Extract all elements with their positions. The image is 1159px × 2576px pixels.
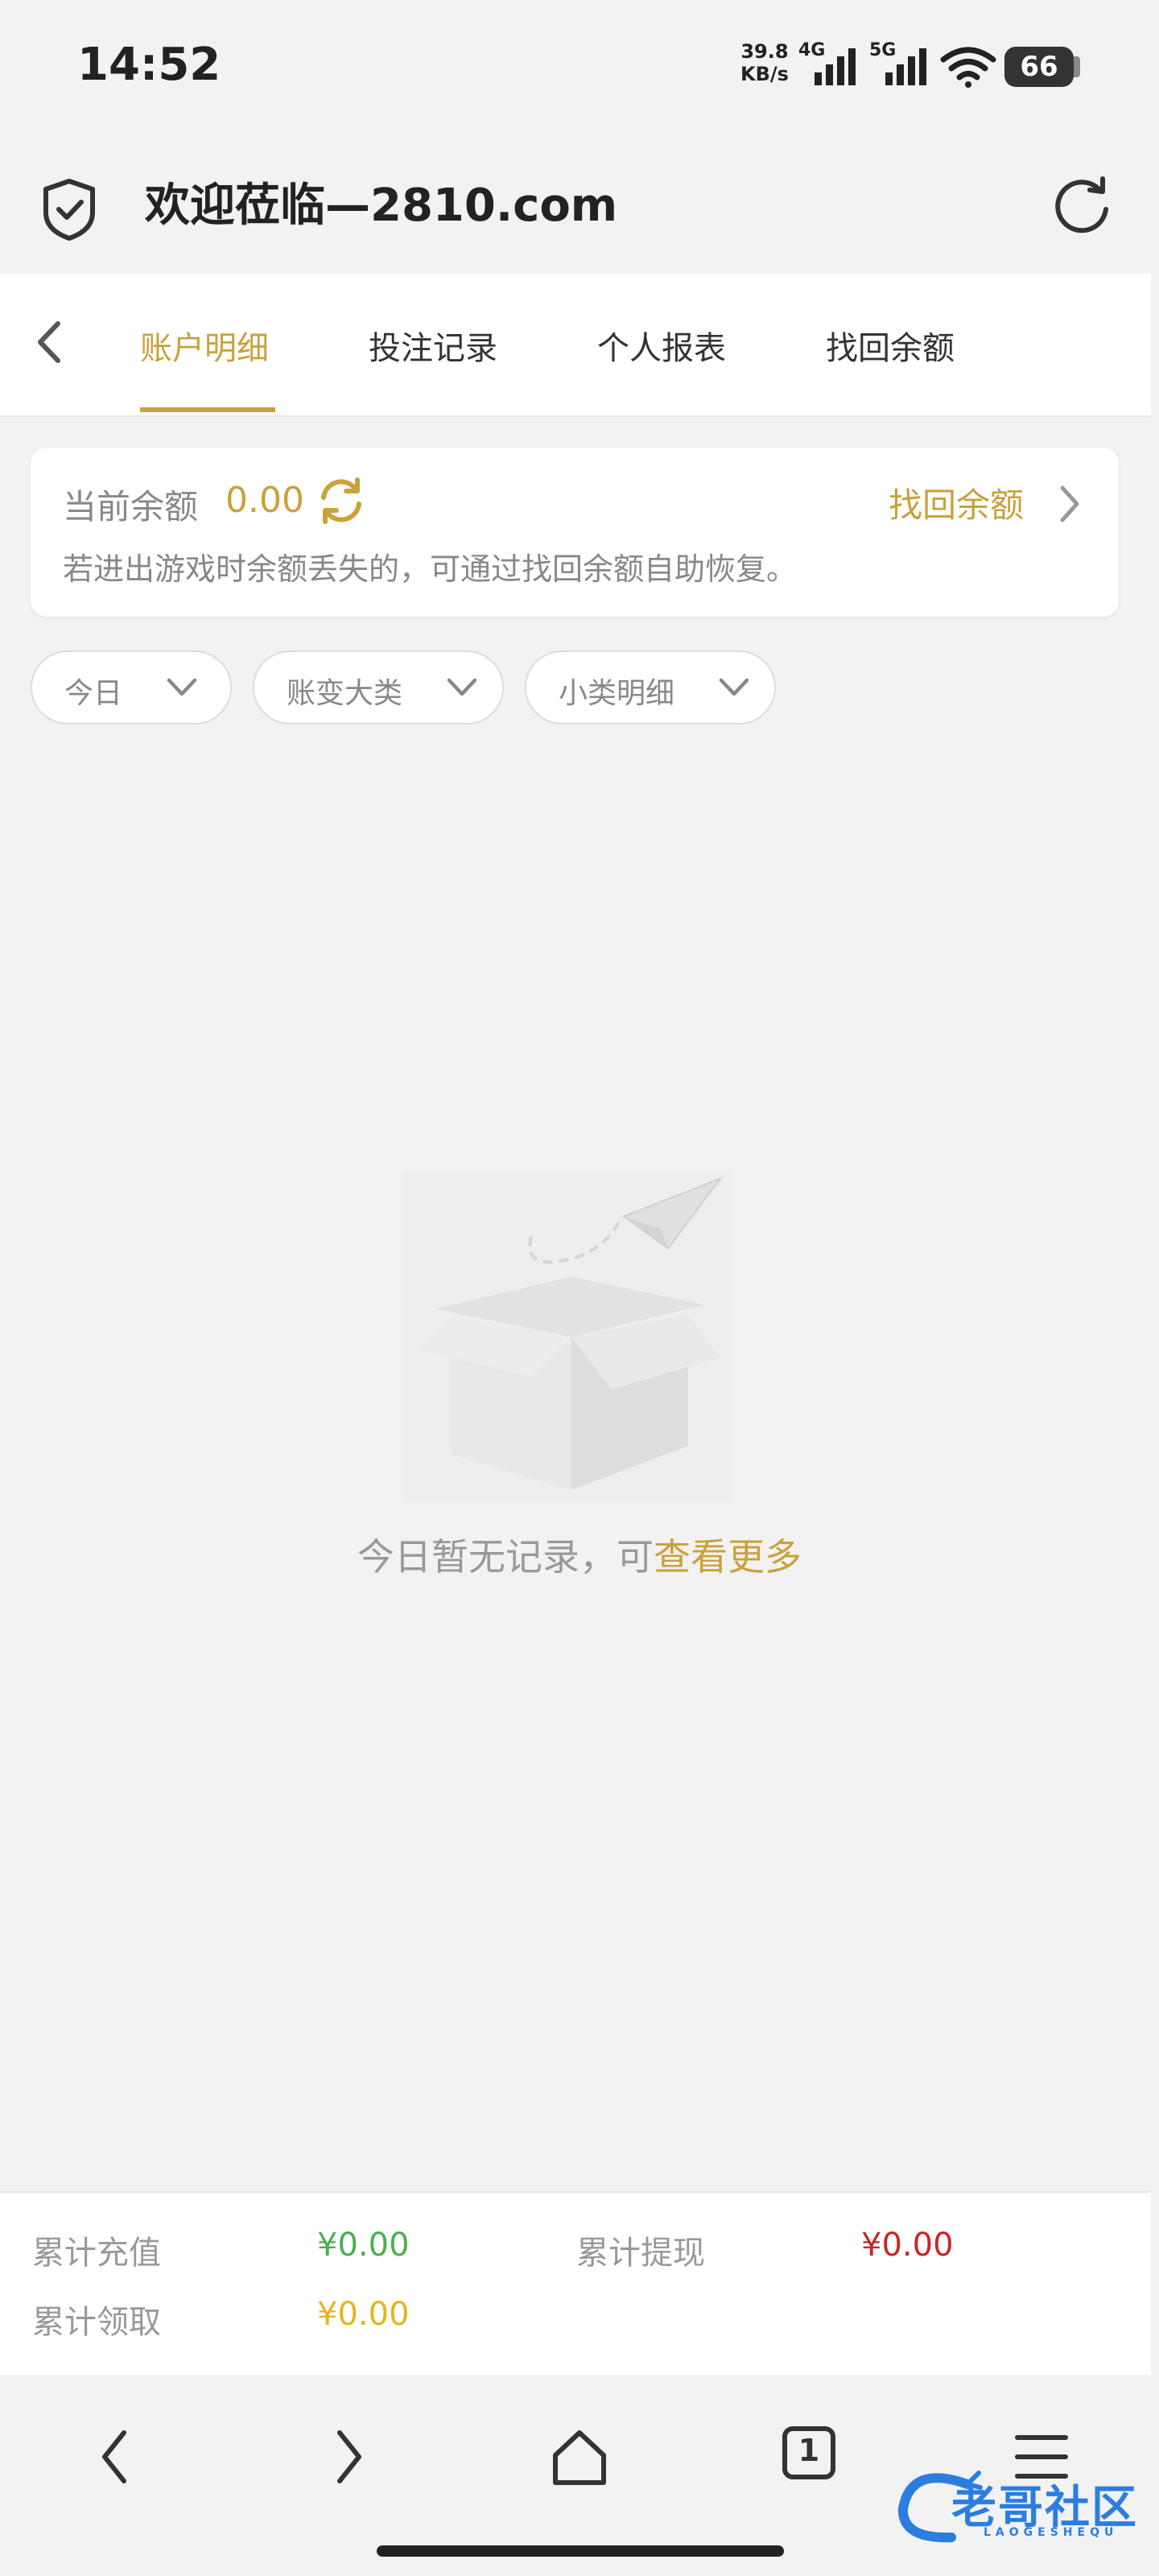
home-indicator bbox=[377, 2545, 784, 2557]
balance-value: 0.00 bbox=[225, 480, 304, 521]
signal-strength-icon bbox=[885, 48, 926, 85]
nav-forward-icon[interactable] bbox=[316, 2421, 380, 2492]
watermark-logo: 老哥社区 LAOGESHEQU bbox=[895, 2468, 1154, 2545]
tab-personal-report[interactable]: 个人报表 bbox=[597, 322, 726, 369]
total-claim-label: 累计领取 bbox=[32, 2304, 161, 2341]
nav-back-icon[interactable] bbox=[84, 2421, 148, 2492]
filter-subcategory[interactable]: 小类明细 bbox=[525, 650, 776, 724]
recover-balance-link[interactable]: 找回余额 bbox=[889, 478, 1024, 527]
network-speed-unit: KB/s bbox=[740, 63, 789, 85]
balance-hint: 若进出游戏时余额丢失的，可通过找回余额自助恢复。 bbox=[63, 551, 798, 587]
filter-period[interactable]: 今日 bbox=[31, 650, 232, 724]
balance-card bbox=[31, 448, 1119, 617]
empty-state-message: 今日暂无记录，可查看更多 bbox=[0, 1528, 1159, 1581]
filter-change-category-label: 账变大类 bbox=[287, 677, 403, 710]
reload-icon[interactable] bbox=[1051, 174, 1116, 238]
chevron-right-icon[interactable] bbox=[1056, 481, 1083, 526]
total-withdraw-label: 累计提现 bbox=[576, 2235, 705, 2272]
wifi-icon bbox=[940, 47, 996, 88]
filter-change-category[interactable]: 账变大类 bbox=[253, 650, 504, 724]
summary-panel bbox=[0, 2191, 1151, 2376]
refresh-balance-icon[interactable] bbox=[316, 475, 367, 526]
chevron-down-icon bbox=[719, 678, 749, 696]
nav-home-icon[interactable] bbox=[547, 2421, 612, 2492]
total-withdraw-value: ¥0.00 bbox=[861, 2227, 954, 2264]
tab-count: 1 bbox=[798, 2433, 820, 2468]
watermark-subtext: LAOGESHEQU bbox=[984, 2526, 1119, 2539]
empty-state-text: 今日暂无记录，可 bbox=[357, 1535, 654, 1579]
battery-indicator: 66 bbox=[1004, 47, 1074, 87]
total-claim-value: ¥0.00 bbox=[317, 2296, 410, 2333]
tab-account-detail[interactable]: 账户明细 bbox=[140, 322, 269, 369]
total-recharge-value: ¥0.00 bbox=[317, 2227, 410, 2264]
empty-box-illustration bbox=[402, 1172, 732, 1502]
chevron-down-icon bbox=[167, 678, 197, 696]
total-recharge-label: 累计充值 bbox=[32, 2235, 161, 2272]
tab-recover-balance[interactable]: 找回余额 bbox=[826, 322, 955, 369]
nav-tabs-button[interactable]: 1 bbox=[781, 2425, 837, 2481]
balance-label: 当前余额 bbox=[63, 487, 199, 526]
signal-strength-icon bbox=[815, 48, 856, 85]
filter-period-label: 今日 bbox=[64, 677, 123, 710]
chevron-down-icon bbox=[447, 678, 477, 696]
filter-subcategory-label: 小类明细 bbox=[559, 677, 675, 710]
active-tab-indicator bbox=[140, 407, 275, 412]
tab-bet-records[interactable]: 投注记录 bbox=[369, 322, 497, 369]
network-speed-value: 39.8 bbox=[740, 40, 789, 63]
browser-title[interactable]: 欢迎莅临—2810.com bbox=[145, 169, 617, 234]
battery-cap bbox=[1074, 56, 1080, 77]
shield-check-icon[interactable] bbox=[40, 177, 98, 242]
network-speed: 39.8 KB/s bbox=[740, 40, 789, 85]
view-more-link[interactable]: 查看更多 bbox=[654, 1535, 802, 1579]
status-time: 14:52 bbox=[77, 39, 221, 91]
back-chevron-icon[interactable] bbox=[29, 314, 69, 370]
